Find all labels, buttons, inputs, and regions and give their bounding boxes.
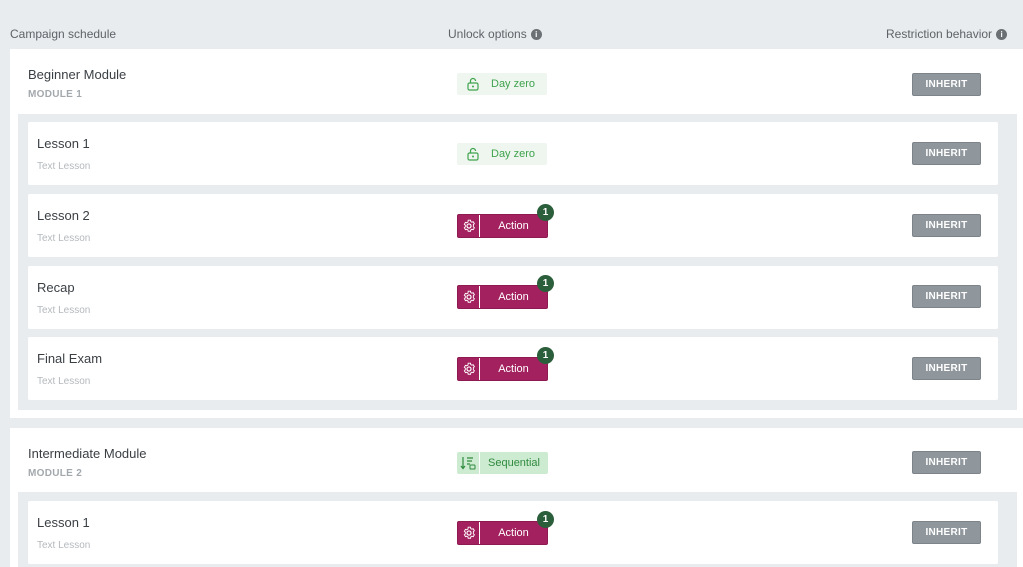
module-card: Beginner Module MODULE 1 Day zero INHERI…: [10, 49, 1023, 418]
inherit-button[interactable]: INHERIT: [912, 521, 981, 544]
lesson-title: Recap: [37, 280, 75, 295]
module-card: Intermediate Module MODULE 2 Sequential …: [10, 428, 1023, 567]
unlock-action-button[interactable]: Action: [457, 285, 548, 309]
unlock-action-button[interactable]: Action: [457, 357, 548, 381]
action-count-badge: 1: [537, 204, 554, 221]
unlock-icon: [467, 77, 479, 91]
sort-sequential-icon: [457, 452, 480, 474]
gear-icon[interactable]: [458, 522, 480, 544]
column-header-restriction-behavior: Restriction behavior i: [886, 27, 1008, 41]
gear-icon[interactable]: [458, 286, 480, 308]
inherit-button[interactable]: INHERIT: [912, 451, 981, 474]
lesson-row: Lesson 2 Text Lesson Action 1 INHERIT: [28, 194, 998, 257]
lesson-row: Lesson 1 Text Lesson Day zero INHERIT: [28, 122, 998, 185]
lesson-title: Lesson 2: [37, 208, 90, 223]
info-icon[interactable]: i: [996, 29, 1008, 40]
unlock-sequential-button[interactable]: Sequential: [457, 452, 548, 474]
module-header: Intermediate Module MODULE 2 Sequential …: [10, 428, 1023, 494]
inherit-button[interactable]: INHERIT: [912, 285, 981, 308]
inherit-button[interactable]: INHERIT: [912, 142, 981, 165]
gear-icon[interactable]: [458, 358, 480, 380]
module-header: Beginner Module MODULE 1 Day zero INHERI…: [10, 49, 1023, 115]
gear-icon[interactable]: [458, 215, 480, 237]
unlock-action-button[interactable]: Action: [457, 521, 548, 545]
unlock-day-zero-button[interactable]: Day zero: [457, 143, 547, 165]
unlock-icon: [467, 147, 479, 161]
unlock-action-button[interactable]: Action: [457, 214, 548, 238]
lesson-type: Text Lesson: [37, 305, 91, 316]
lesson-row: Lesson 1 Text Lesson Action 1 INHERIT: [28, 501, 998, 564]
table-header: Campaign schedule Unlock options i Restri…: [0, 0, 1023, 48]
inherit-button[interactable]: INHERIT: [912, 357, 981, 380]
inherit-button[interactable]: INHERIT: [912, 73, 981, 96]
lesson-type: Text Lesson: [37, 233, 91, 244]
lesson-title: Lesson 1: [37, 515, 90, 530]
module-title: Beginner Module: [28, 67, 127, 82]
lesson-list: Lesson 1 Text Lesson Action 1 INHERIT: [18, 492, 1017, 567]
lesson-row: Final Exam Text Lesson Action 1 INHERIT: [28, 337, 998, 400]
lesson-type: Text Lesson: [37, 376, 91, 387]
lesson-title: Final Exam: [37, 351, 103, 366]
column-header-unlock-options: Unlock options i: [448, 27, 542, 41]
lesson-row: Recap Text Lesson Action 1 INHERIT: [28, 266, 998, 329]
lesson-type: Text Lesson: [37, 540, 91, 551]
action-count-badge: 1: [537, 511, 554, 528]
action-count-badge: 1: [537, 275, 554, 292]
action-count-badge: 1: [537, 347, 554, 364]
info-icon[interactable]: i: [530, 29, 542, 40]
inherit-button[interactable]: INHERIT: [912, 214, 981, 237]
column-header-campaign-schedule: Campaign schedule: [10, 27, 117, 41]
module-title: Intermediate Module: [28, 446, 147, 461]
lesson-title: Lesson 1: [37, 136, 90, 151]
module-subtitle: MODULE 2: [28, 468, 83, 479]
module-subtitle: MODULE 1: [28, 89, 83, 100]
lesson-type: Text Lesson: [37, 161, 91, 172]
unlock-day-zero-button[interactable]: Day zero: [457, 73, 547, 95]
lesson-list: Lesson 1 Text Lesson Day zero INHERIT Le…: [18, 114, 1017, 410]
